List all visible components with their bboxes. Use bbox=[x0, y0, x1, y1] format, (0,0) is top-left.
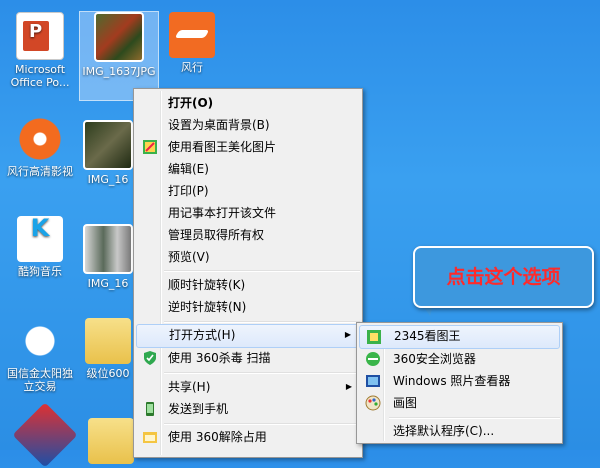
annotation-callout: 点击这个选项 bbox=[413, 246, 594, 308]
submenu-item-photo-viewer[interactable]: Windows 照片查看器 bbox=[359, 370, 560, 392]
desktop-icon-partial-folder[interactable] bbox=[86, 418, 136, 467]
photo-icon bbox=[94, 12, 144, 62]
menu-item-label: 共享(H) bbox=[168, 380, 211, 394]
desktop-icon-fengxing[interactable]: 风行 bbox=[153, 12, 231, 74]
kugou-icon bbox=[17, 216, 63, 262]
menu-item-beautify[interactable]: 使用看图王美化图片 bbox=[136, 136, 360, 158]
open-with-submenu: 2345看图王 360安全浏览器 Windows 照片查看器 画图 选择默认程序… bbox=[356, 322, 563, 444]
desktop-icon-img-16a[interactable]: IMG_16 bbox=[80, 120, 136, 186]
menu-separator bbox=[164, 270, 360, 272]
menu-item-label: 发送到手机 bbox=[168, 402, 229, 416]
menu-item-label: 使用 360杀毒 扫描 bbox=[168, 351, 271, 365]
menu-separator bbox=[164, 423, 360, 425]
context-menu: 打开(O) 设置为桌面背景(B) 使用看图王美化图片 编辑(E) 打印(P) 用… bbox=[133, 88, 363, 458]
photo-icon bbox=[83, 120, 133, 170]
menu-item-label: 使用看图王美化图片 bbox=[168, 140, 277, 154]
submenu-item-paint[interactable]: 画图 bbox=[359, 392, 560, 414]
viewer-icon bbox=[366, 329, 382, 345]
photo-icon bbox=[83, 224, 133, 274]
desktop-icon-label: 风行高清影视 bbox=[7, 165, 73, 178]
menu-item-label: 使用 360解除占用 bbox=[168, 430, 267, 444]
menu-item-send-to-phone[interactable]: 发送到手机 bbox=[136, 398, 360, 420]
menu-item-preview[interactable]: 预览(V) bbox=[136, 246, 360, 268]
paint-icon bbox=[365, 395, 381, 411]
menu-item-360-scan[interactable]: 使用 360杀毒 扫描 bbox=[136, 347, 360, 369]
app-icon bbox=[12, 402, 78, 468]
desktop-icon-label: 级位600 bbox=[86, 367, 130, 380]
menu-item-rotate-cw[interactable]: 顺时针旋转(K) bbox=[136, 274, 360, 296]
unlock-icon bbox=[142, 429, 158, 445]
desktop-icon-label: IMG_16 bbox=[87, 173, 129, 186]
menu-item-rotate-ccw[interactable]: 逆时针旋转(N) bbox=[136, 296, 360, 318]
desktop-icon-img-1637[interactable]: IMG_1637JPG bbox=[79, 11, 159, 101]
desktop-icon-guoxin[interactable]: 国信金太阳独立交易 bbox=[1, 318, 79, 393]
menu-item-360-unlock[interactable]: 使用 360解除占用 bbox=[136, 426, 360, 448]
menu-item-take-ownership[interactable]: 管理员取得所有权 bbox=[136, 224, 360, 246]
shield-icon bbox=[142, 350, 158, 366]
submenu-arrow-icon: ▶ bbox=[344, 330, 351, 339]
submenu-item-label: 2345看图王 bbox=[394, 329, 461, 343]
browser-icon bbox=[365, 351, 381, 367]
submenu-item-label: 360安全浏览器 bbox=[393, 352, 476, 366]
photo-viewer-icon bbox=[365, 373, 381, 389]
menu-separator bbox=[389, 417, 560, 419]
image-editor-icon bbox=[142, 139, 158, 155]
menu-item-print[interactable]: 打印(P) bbox=[136, 180, 360, 202]
fengxing-icon bbox=[169, 12, 215, 58]
desktop-icon-label: 国信金太阳独立交易 bbox=[7, 367, 73, 393]
submenu-item-choose-default[interactable]: 选择默认程序(C)... bbox=[359, 420, 560, 442]
submenu-item-label: 画图 bbox=[393, 396, 418, 410]
fengxing-hd-icon bbox=[17, 116, 63, 162]
desktop-icon-label: IMG_16 bbox=[87, 277, 129, 290]
menu-item-open-notepad[interactable]: 用记事本打开该文件 bbox=[136, 202, 360, 224]
submenu-item-360-browser[interactable]: 360安全浏览器 bbox=[359, 348, 560, 370]
menu-item-share[interactable]: 共享(H) ▶ bbox=[136, 376, 360, 398]
powerpoint-icon bbox=[16, 12, 64, 60]
menu-item-open[interactable]: 打开(O) bbox=[136, 92, 360, 114]
desktop-icon-powerpoint[interactable]: Microsoft Office Po... bbox=[1, 12, 79, 89]
desktop-icon-fengxing-hd[interactable]: 风行高清影视 bbox=[1, 116, 79, 178]
desktop-icon-partial-red[interactable] bbox=[6, 402, 84, 468]
submenu-item-label: Windows 照片查看器 bbox=[393, 374, 511, 388]
submenu-arrow-icon: ▶ bbox=[345, 382, 352, 391]
menu-item-label: 打开方式(H) bbox=[169, 328, 236, 342]
desktop-icon-label: IMG_1637JPG bbox=[82, 65, 156, 78]
desktop-icon-label: 风行 bbox=[181, 61, 203, 74]
desktop-icon-kugou[interactable]: 酷狗音乐 bbox=[1, 216, 79, 278]
menu-item-open-with[interactable]: 打开方式(H) ▶ bbox=[136, 324, 360, 348]
menu-separator bbox=[164, 321, 360, 323]
menu-item-set-wallpaper[interactable]: 设置为桌面背景(B) bbox=[136, 114, 360, 136]
desktop-icon-label: Microsoft Office Po... bbox=[10, 63, 70, 89]
phone-icon bbox=[142, 401, 158, 417]
desktop-icon-folder[interactable]: 级位600 bbox=[80, 318, 136, 380]
desktop-icon-img-16b[interactable]: IMG_16 bbox=[80, 224, 136, 290]
submenu-item-2345-viewer[interactable]: 2345看图王 bbox=[359, 325, 560, 349]
menu-separator bbox=[164, 372, 360, 374]
desktop-icon-label: 酷狗音乐 bbox=[18, 265, 62, 278]
folder-icon bbox=[85, 318, 131, 364]
menu-item-edit[interactable]: 编辑(E) bbox=[136, 158, 360, 180]
folder-icon bbox=[88, 418, 134, 464]
handshake-icon bbox=[17, 318, 63, 364]
